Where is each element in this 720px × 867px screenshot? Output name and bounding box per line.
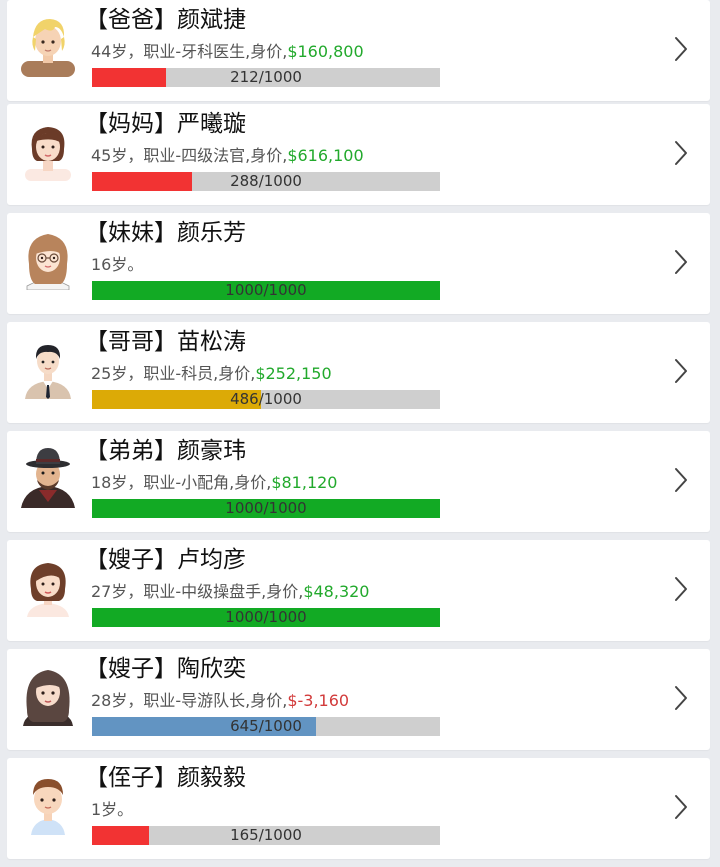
health-bar: 645/1000	[92, 717, 440, 736]
member-card[interactable]: 【嫂子】卢均彦 27岁，职业-中级操盘手,身价,$48,320 1000/100…	[7, 540, 710, 641]
member-name-line: 【弟弟】颜豪玮	[85, 434, 246, 468]
man-suit-avatar-icon	[17, 333, 79, 399]
member-card[interactable]: 【妹妹】颜乐芳 16岁。 1000/1000	[7, 213, 710, 314]
member-relation: 【哥哥】	[85, 329, 177, 355]
member-card[interactable]: 【嫂子】陶欣奕 28岁，职业-导游队长,身价,$-3,160 645/1000	[7, 649, 710, 750]
member-name: 严曦璇	[177, 111, 246, 137]
member-relation: 【嫂子】	[85, 547, 177, 573]
member-name: 颜豪玮	[177, 438, 246, 464]
member-info: 45岁，职业-四级法官,身价,$616,100	[91, 146, 364, 166]
health-bar-text: 486/1000	[230, 390, 302, 408]
member-card[interactable]: 【妈妈】严曦璇 45岁，职业-四级法官,身价,$616,100 288/1000	[7, 104, 710, 205]
chevron-right-icon	[674, 140, 688, 166]
member-name-line: 【妹妹】颜乐芳	[85, 216, 246, 250]
health-bar: 1000/1000	[92, 499, 440, 518]
member-net-worth: $48,320	[303, 582, 370, 601]
member-details: 27岁，职业-中级操盘手,身价,	[91, 582, 304, 601]
health-bar: 165/1000	[92, 826, 440, 845]
member-info: 28岁，职业-导游队长,身价,$-3,160	[91, 691, 349, 711]
member-name: 陶欣奕	[177, 656, 246, 682]
member-name: 颜斌捷	[177, 7, 246, 33]
member-name-line: 【爸爸】颜斌捷	[85, 3, 246, 37]
health-bar-text: 165/1000	[230, 826, 302, 844]
chevron-right-icon	[674, 358, 688, 384]
member-details: 44岁，职业-牙科医生,身价,	[91, 42, 288, 61]
member-details: 1岁。	[91, 800, 134, 819]
member-name-line: 【妈妈】严曦璇	[85, 107, 246, 141]
member-name-line: 【侄子】颜毅毅	[85, 761, 246, 795]
woman-short-hair-avatar-icon	[17, 115, 79, 181]
health-bar: 1000/1000	[92, 608, 440, 627]
chevron-right-icon	[674, 36, 688, 62]
woman-long-hair-avatar-icon	[17, 660, 79, 726]
member-details: 28岁，职业-导游队长,身价,	[91, 691, 288, 710]
health-bar-text: 645/1000	[230, 717, 302, 735]
health-bar-text: 288/1000	[230, 172, 302, 190]
member-name-line: 【嫂子】卢均彦	[85, 543, 246, 577]
health-bar: 212/1000	[92, 68, 440, 87]
man-fedora-avatar-icon	[17, 442, 79, 508]
member-name: 颜毅毅	[177, 765, 246, 791]
member-info: 16岁。	[91, 255, 143, 275]
member-name: 卢均彦	[177, 547, 246, 573]
member-net-worth: $616,100	[287, 146, 364, 165]
member-relation: 【妹妹】	[85, 220, 177, 246]
member-net-worth: $-3,160	[287, 691, 350, 710]
member-relation: 【嫂子】	[85, 656, 177, 682]
health-bar-text: 212/1000	[230, 68, 302, 86]
member-card[interactable]: 【爸爸】颜斌捷 44岁，职业-牙科医生,身价,$160,800 212/1000	[7, 0, 710, 101]
member-card[interactable]: 【侄子】颜毅毅 1岁。 165/1000	[7, 758, 710, 859]
member-net-worth: $160,800	[287, 42, 364, 61]
member-details: 18岁，职业-小配角,身价,	[91, 473, 272, 492]
chevron-right-icon	[674, 249, 688, 275]
member-details: 45岁，职业-四级法官,身价,	[91, 146, 288, 165]
member-name: 苗松涛	[177, 329, 246, 355]
member-card[interactable]: 【弟弟】颜豪玮 18岁，职业-小配角,身价,$81,120 1000/1000	[7, 431, 710, 532]
chevron-right-icon	[674, 794, 688, 820]
member-relation: 【弟弟】	[85, 438, 177, 464]
member-info: 27岁，职业-中级操盘手,身价,$48,320	[91, 582, 369, 602]
health-bar-text: 1000/1000	[225, 281, 307, 299]
member-net-worth: $81,120	[271, 473, 338, 492]
chevron-right-icon	[674, 576, 688, 602]
health-bar-text: 1000/1000	[225, 499, 307, 517]
chevron-right-icon	[674, 685, 688, 711]
member-net-worth: $252,150	[255, 364, 332, 383]
health-bar: 1000/1000	[92, 281, 440, 300]
member-name-line: 【嫂子】陶欣奕	[85, 652, 246, 686]
health-bar-text: 1000/1000	[225, 608, 307, 626]
health-bar: 288/1000	[92, 172, 440, 191]
member-info: 1岁。	[91, 800, 133, 820]
girl-glasses-avatar-icon	[17, 224, 79, 290]
health-bar: 486/1000	[92, 390, 440, 409]
member-card[interactable]: 【哥哥】苗松涛 25岁，职业-科员,身价,$252,150 486/1000	[7, 322, 710, 423]
member-details: 25岁，职业-科员,身价,	[91, 364, 256, 383]
member-info: 25岁，职业-科员,身价,$252,150	[91, 364, 332, 384]
member-name: 颜乐芳	[177, 220, 246, 246]
baby-boy-avatar-icon	[17, 769, 79, 835]
member-relation: 【爸爸】	[85, 7, 177, 33]
member-relation: 【侄子】	[85, 765, 177, 791]
member-relation: 【妈妈】	[85, 111, 177, 137]
member-name-line: 【哥哥】苗松涛	[85, 325, 246, 359]
member-details: 16岁。	[91, 255, 144, 274]
chevron-right-icon	[674, 467, 688, 493]
blonde-man-avatar-icon	[17, 11, 79, 77]
woman-bob-hair-avatar-icon	[17, 551, 79, 617]
member-info: 44岁，职业-牙科医生,身价,$160,800	[91, 42, 364, 62]
member-info: 18岁，职业-小配角,身价,$81,120	[91, 473, 337, 493]
